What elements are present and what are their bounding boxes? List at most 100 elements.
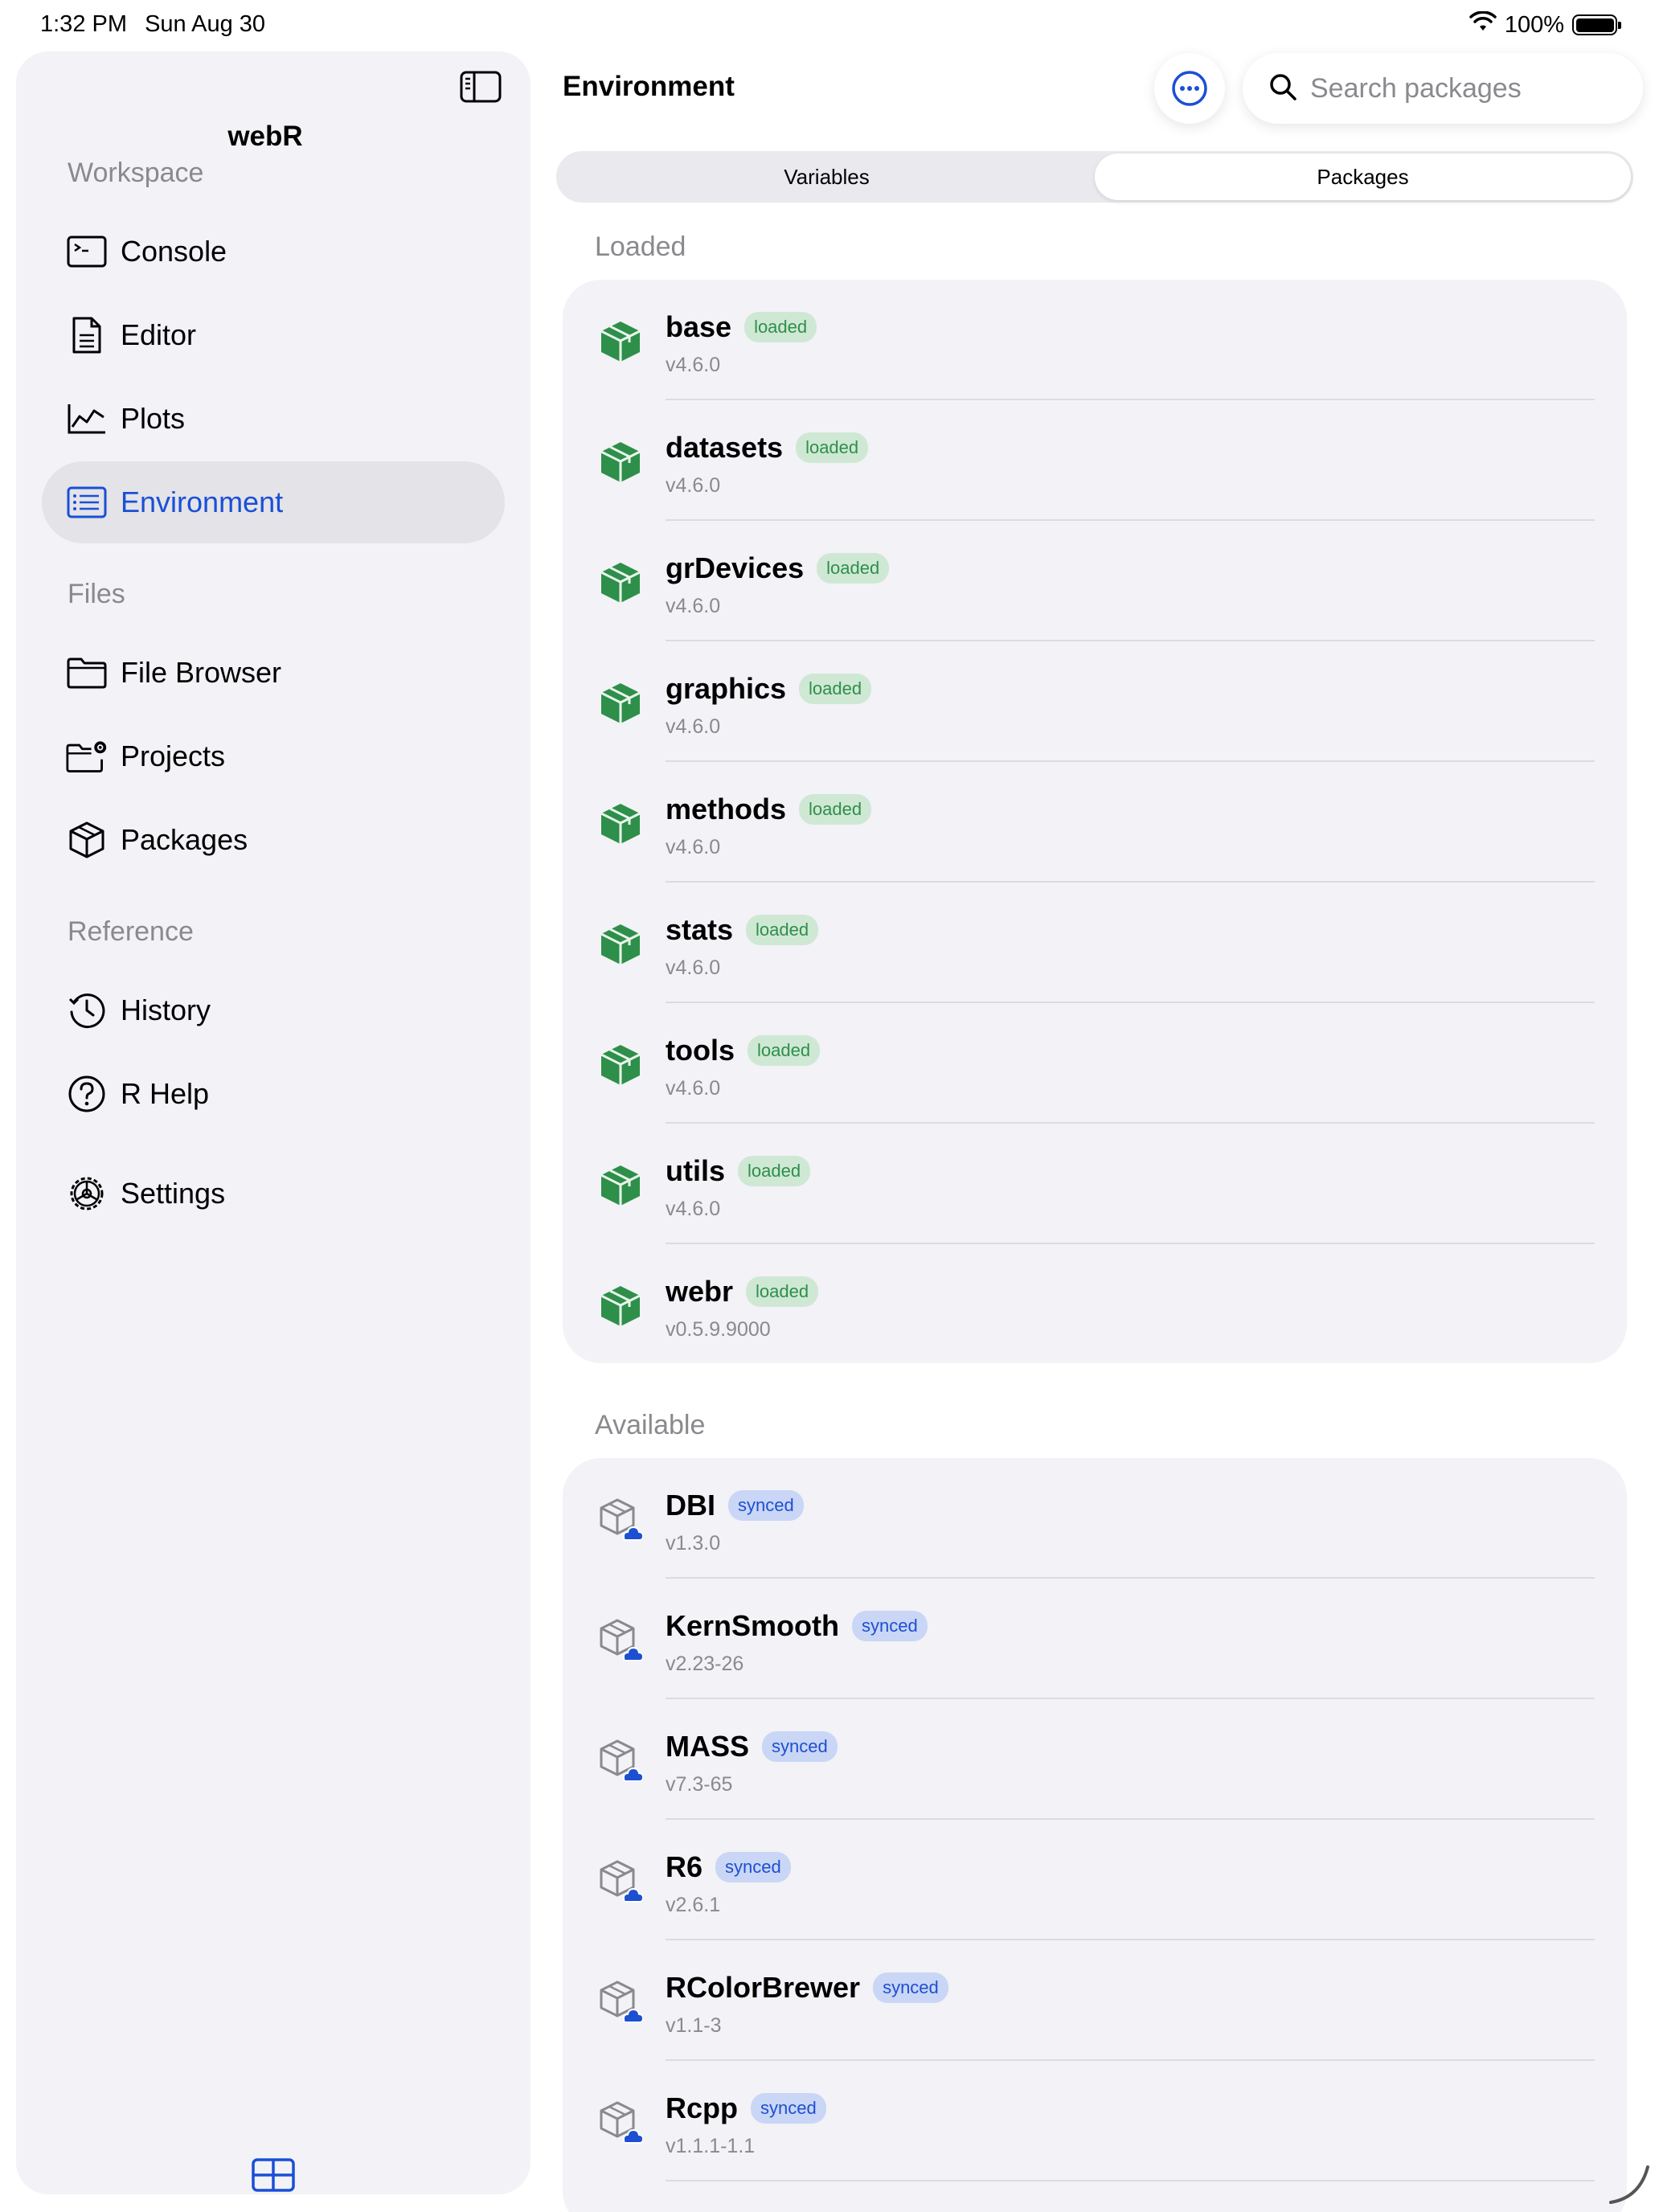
list-item[interactable]: MASS synced v7.3-65 [563,1699,1627,1820]
terminal-icon [66,231,108,272]
synced-badge: synced [873,1972,948,2003]
sidebar-item-label: Settings [121,1177,226,1210]
status-time: 1:32 PM [40,11,127,37]
sidebar-item-label: R Help [121,1077,210,1110]
package-version: v0.5.9.9000 [666,1318,771,1341]
available-packages-list: DBI synced v1.3.0 KernSmooth synced v2.23-26 M… [563,1458,1627,2212]
package-name: datasets [666,431,784,464]
sidebar-toggle-button[interactable] [460,71,502,103]
sidebar-item-label: Editor [121,318,197,351]
gear-icon [66,1173,108,1215]
package-cloud-icon [598,1736,645,1784]
package-version: v4.6.0 [666,836,721,858]
package-loaded-icon [598,678,643,727]
more-options-button[interactable] [1154,53,1225,124]
sidebar-item-r-help[interactable]: R Help [42,1053,505,1135]
sidebar-item-packages[interactable]: Packages [42,799,505,881]
section-workspace: Workspace [68,158,204,188]
layout-grid-icon [252,2158,295,2192]
sidebar-title: webR [227,121,303,152]
list-item[interactable]: KernSmooth synced v2.23-26 [563,1579,1627,1699]
package-loaded-icon [598,799,643,847]
package-version: v4.6.0 [666,1077,721,1100]
list-item[interactable]: webr loaded v0.5.9.9000 [563,1244,1627,1365]
sidebar-item-label: File Browser [121,656,282,689]
sidebar-toggle-icon [460,71,502,103]
sidebar-item-settings[interactable]: Settings [42,1153,505,1235]
battery-icon [1572,14,1621,35]
list-item[interactable]: stats loaded v4.6.0 [563,883,1627,1003]
sidebar-item-projects[interactable]: Projects [42,715,505,797]
package-version: v7.3-65 [666,1773,733,1796]
sidebar: webR Workspace Console Editor Plots Envi… [16,51,530,2194]
package-name: Rcpp [666,2091,738,2124]
synced-badge: synced [728,1490,804,1521]
loaded-badge: loaded [748,1035,821,1066]
row-divider [666,2180,1595,2181]
sidebar-item-label: Packages [121,823,248,856]
cube-icon [66,819,108,861]
package-name: methods [666,793,787,825]
package-loaded-icon [598,558,643,606]
sidebar-item-console[interactable]: Console [42,211,505,293]
package-version: v4.6.0 [666,1198,721,1220]
list-item[interactable]: Rcpp synced v1.1.1-1.1 [563,2061,1627,2181]
package-cloud-icon [598,1616,645,1664]
search-bar[interactable] [1243,53,1643,124]
sidebar-item-label: Plots [121,402,186,435]
list-item[interactable]: RColorBrewer synced v1.1-3 [563,1940,1627,2061]
package-version: v1.3.0 [666,1532,721,1555]
package-version: v2.23-26 [666,1653,744,1675]
tab-variables[interactable]: Variables [559,154,1095,200]
list-item[interactable]: base loaded v4.6.0 [563,280,1627,400]
tab-switcher: Variables Packages [556,151,1633,203]
package-name: base [666,310,732,343]
list-item[interactable]: R6 synced v2.6.1 [563,1820,1627,1940]
sidebar-item-history[interactable]: History [42,969,505,1051]
page-title: Environment [563,71,735,102]
list-item[interactable]: methods loaded v4.6.0 [563,762,1627,883]
list-item[interactable]: grDevices loaded v4.6.0 [563,521,1627,641]
sidebar-item-label: History [121,993,211,1026]
loaded-badge: loaded [738,1156,811,1186]
package-version: v1.1.1-1.1 [666,2135,756,2157]
package-loaded-icon [598,1161,643,1209]
sidebar-item-file-browser[interactable]: File Browser [42,632,505,714]
sidebar-item-editor[interactable]: Editor [42,294,505,376]
available-section-label: Available [595,1410,706,1440]
layout-grid-button[interactable] [251,2157,296,2193]
synced-badge: synced [715,1852,791,1882]
loaded-badge: loaded [796,432,869,463]
package-version: v4.6.0 [666,715,721,738]
package-version: v4.6.0 [666,474,721,497]
package-name: MASS [666,1730,750,1763]
chart-line-icon [66,398,108,440]
loaded-badge: loaded [746,1276,819,1307]
search-icon [1268,72,1297,105]
package-name: utils [666,1154,726,1187]
list-item[interactable]: datasets loaded v4.6.0 [563,400,1627,521]
tab-packages[interactable]: Packages [1095,154,1631,200]
loaded-badge: loaded [817,553,890,584]
package-name: R6 [666,1850,703,1883]
package-name: grDevices [666,551,805,584]
list-item[interactable]: tools loaded v4.6.0 [563,1003,1627,1124]
loaded-packages-list: base loaded v4.6.0 datasets loaded v4.6.0 grDe… [563,280,1627,1363]
package-name: RColorBrewer [666,1971,861,2004]
package-loaded-icon [598,437,643,485]
package-name: webr [666,1275,734,1308]
resize-handle-icon[interactable] [1608,2162,1651,2206]
sidebar-item-plots[interactable]: Plots [42,378,505,460]
list-item[interactable]: DBI synced v1.3.0 [563,1458,1627,1579]
sidebar-item-label: Environment [121,485,284,518]
sidebar-item-environment[interactable]: Environment [42,461,505,543]
list-item[interactable]: graphics loaded v4.6.0 [563,641,1627,762]
package-loaded-icon [598,920,643,968]
search-input[interactable] [1310,72,1616,104]
list-item[interactable]: utils loaded v4.6.0 [563,1124,1627,1244]
status-date: Sun Aug 30 [145,11,266,37]
folder-icon [66,652,108,694]
synced-badge: synced [762,1731,838,1762]
package-name: graphics [666,672,787,705]
question-circle-icon [66,1073,108,1115]
